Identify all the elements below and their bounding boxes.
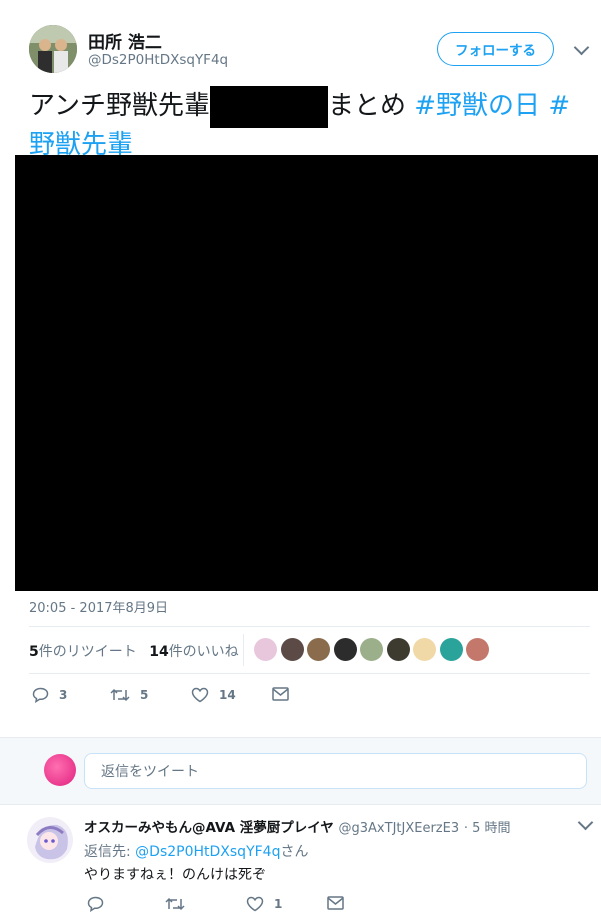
like-count: 14 (149, 644, 169, 660)
retweet-count: 5 (29, 644, 39, 660)
divider-vertical (243, 634, 244, 666)
liker-avatar[interactable] (386, 638, 410, 661)
envelope-icon (327, 896, 344, 910)
reply-icon (87, 896, 104, 912)
divider (29, 626, 590, 627)
tweet-media[interactable] (15, 155, 598, 591)
retweet-icon (110, 688, 130, 702)
reply-author-name[interactable]: オスカーみやもん@AVA 淫夢厨プレイヤ (84, 820, 334, 836)
tweet-text-after: まとめ (327, 91, 406, 121)
retweet-action[interactable]: 5 (110, 687, 148, 703)
like-stat[interactable]: 14件のいいね (149, 644, 238, 660)
divider (29, 673, 590, 674)
retweet-stat[interactable]: 5件のリツイート (29, 644, 137, 660)
tweet-text-before: アンチ野獣先輩 (29, 91, 210, 121)
reply-count: 3 (59, 688, 68, 702)
envelope-icon (272, 687, 289, 701)
liker-avatar[interactable] (333, 638, 357, 661)
author-handle[interactable]: @Ds2P0HtDXsqYF4q (88, 52, 228, 68)
reply-time[interactable]: · 5 時間 (464, 821, 511, 836)
chevron-down-icon[interactable] (573, 39, 590, 56)
heart-icon (191, 687, 209, 703)
liker-avatar[interactable] (254, 638, 277, 661)
tweet-text: アンチ野獣先輩 まとめ #野獣の日 #野獣先輩 (29, 86, 589, 162)
reply-like-count: 1 (274, 897, 283, 911)
reply-author-avatar[interactable] (27, 817, 73, 863)
liker-avatar[interactable] (307, 638, 330, 661)
replying-to-suffix: さん (280, 844, 309, 860)
author-name[interactable]: 田所 浩二 (88, 28, 162, 53)
retweet-icon (165, 897, 185, 911)
reply-action[interactable]: 3 (32, 687, 67, 703)
retweet-count-action: 5 (140, 688, 149, 702)
dm-action[interactable] (272, 687, 289, 701)
liker-avatar[interactable] (360, 638, 383, 661)
current-user-avatar (44, 754, 76, 786)
like-count-action: 14 (219, 688, 236, 702)
liker-avatar[interactable] (439, 638, 463, 661)
retweet-action[interactable] (165, 896, 185, 912)
dm-action[interactable] (327, 896, 344, 910)
liker-avatars (254, 638, 489, 661)
liker-avatar[interactable] (280, 638, 304, 661)
liker-avatar[interactable] (413, 638, 436, 661)
author-avatar[interactable] (29, 25, 77, 73)
reply-author-line: オスカーみやもん@AVA 淫夢厨プレイヤ @g3AxTJtJXEerzE3 · … (84, 816, 510, 836)
chevron-down-icon[interactable] (577, 814, 594, 831)
like-action[interactable]: 1 (246, 896, 282, 912)
reply-composer: 返信をツイート (0, 737, 601, 805)
replying-to-handle[interactable]: @Ds2P0HtDXsqYF4q (135, 844, 280, 860)
follow-button[interactable]: フォローする (437, 32, 554, 66)
liker-avatar[interactable] (466, 638, 489, 661)
redaction-box (209, 86, 328, 128)
reply-action[interactable] (87, 896, 104, 912)
like-action[interactable]: 14 (191, 687, 236, 703)
replying-to: 返信先: @Ds2P0HtDXsqYF4qさん (84, 841, 308, 861)
hashtag-link[interactable]: #野獣の日 (414, 91, 540, 121)
retweet-stat-label: 件のリツイート (38, 644, 137, 660)
reply-input[interactable]: 返信をツイート (84, 753, 587, 789)
engagement-stats: 5件のリツイート 14件のいいね (29, 641, 239, 661)
tweet-timestamp[interactable]: 20:05 - 2017年8月9日 (29, 597, 168, 616)
reply-author-handle[interactable]: @g3AxTJtJXEerzE3 (339, 821, 460, 836)
replying-to-prefix: 返信先: (84, 844, 131, 860)
heart-icon (246, 896, 264, 912)
like-stat-label: 件のいいね (168, 644, 239, 660)
reply-text: やりますねぇ！のんけは死ぞ (84, 867, 266, 883)
reply-icon (32, 687, 49, 703)
